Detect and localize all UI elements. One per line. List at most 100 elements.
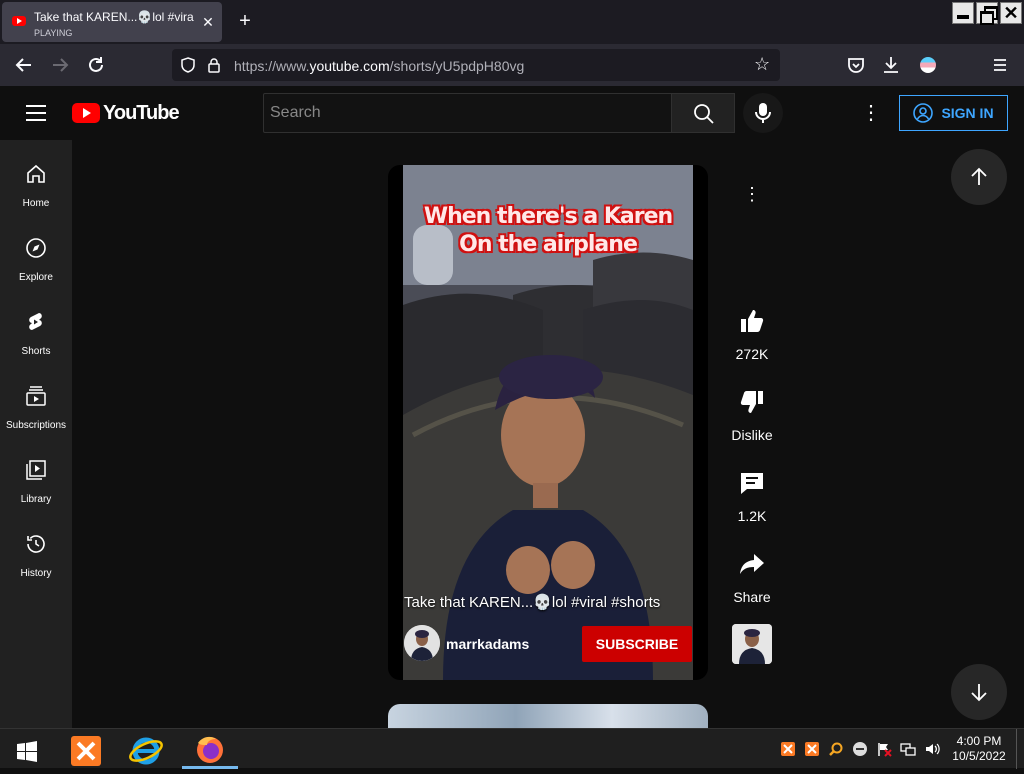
search-input[interactable] xyxy=(264,94,671,132)
youtube-play-logo-icon xyxy=(72,103,100,123)
search-tray-icon[interactable] xyxy=(828,741,844,757)
forward-arrow-icon xyxy=(53,58,69,72)
sound-thumbnail[interactable] xyxy=(732,624,772,664)
sign-in-label: SIGN IN xyxy=(941,105,994,121)
compass-icon xyxy=(26,238,46,258)
forward-button[interactable] xyxy=(49,54,71,76)
minimize-button[interactable] xyxy=(952,2,974,24)
search-button[interactable] xyxy=(671,93,735,133)
home-icon xyxy=(27,164,45,183)
sidebar-item-home[interactable]: Home xyxy=(0,162,72,222)
clock-date: 10/5/2022 xyxy=(952,749,1006,763)
sidebar-item-label: History xyxy=(20,568,52,579)
subscriptions-icon xyxy=(26,386,46,406)
hamburger-menu-icon xyxy=(994,59,1006,71)
lock-icon[interactable] xyxy=(206,57,222,73)
share-button[interactable]: Share xyxy=(726,550,778,605)
address-bar[interactable]: https://www.youtube.com/shorts/yU5pdpH80… xyxy=(172,49,780,81)
internet-explorer-icon xyxy=(129,737,163,765)
xampp-tray-icon[interactable] xyxy=(780,741,796,757)
settings-more-icon[interactable]: ⋮ xyxy=(860,102,882,124)
windows-taskbar: 4:00 PM 10/5/2022 xyxy=(0,728,1024,769)
sidebar-item-label: Explore xyxy=(19,272,53,283)
downloads-button[interactable] xyxy=(880,54,902,76)
dislike-button[interactable]: Dislike xyxy=(726,388,778,443)
show-desktop-button[interactable] xyxy=(1016,729,1024,769)
comments-button[interactable]: 1.2K xyxy=(726,469,778,524)
sidebar-item-history[interactable]: History xyxy=(0,532,72,592)
mini-guide-sidebar: Home Explore Shorts Subscriptions Librar… xyxy=(0,140,72,728)
short-more-options-icon[interactable]: ⋮ xyxy=(740,182,764,206)
sidebar-item-library[interactable]: Library xyxy=(0,458,72,518)
channel-avatar[interactable] xyxy=(404,625,440,661)
system-clock[interactable]: 4:00 PM 10/5/2022 xyxy=(946,734,1012,764)
tab-playing-status: PLAYING xyxy=(34,28,73,38)
tracking-shield-icon[interactable] xyxy=(180,57,196,73)
search-box xyxy=(263,93,672,133)
history-icon xyxy=(27,535,45,553)
new-tab-button[interactable]: + xyxy=(234,10,256,32)
taskbar-xampp[interactable] xyxy=(58,733,114,769)
taskbar-internet-explorer[interactable] xyxy=(118,733,174,769)
search-icon xyxy=(694,104,714,124)
window-controls: ✕ xyxy=(952,2,1022,25)
pocket-icon xyxy=(848,58,864,73)
thumbs-up-icon xyxy=(741,310,764,332)
reload-icon xyxy=(89,57,103,72)
account-avatar-icon[interactable] xyxy=(920,57,936,73)
youtube-logo[interactable]: YouTube xyxy=(72,101,180,124)
dislike-label: Dislike xyxy=(731,427,773,443)
url-text[interactable]: https://www.youtube.com/shorts/yU5pdpH80… xyxy=(234,58,524,74)
comment-count: 1.2K xyxy=(737,508,767,524)
library-icon xyxy=(26,460,46,480)
reload-button[interactable] xyxy=(85,54,107,76)
browser-nav-bar: https://www.youtube.com/shorts/yU5pdpH80… xyxy=(0,44,1024,86)
action-center-flag-icon[interactable] xyxy=(876,741,892,757)
arrow-down-icon xyxy=(971,684,987,702)
arrow-up-icon xyxy=(971,167,987,185)
clock-time: 4:00 PM xyxy=(956,734,1002,748)
previous-short-button[interactable] xyxy=(951,149,1007,205)
volume-icon[interactable] xyxy=(924,741,940,757)
share-arrow-icon xyxy=(740,554,764,574)
shorts-icon xyxy=(29,313,42,330)
close-window-button[interactable]: ✕ xyxy=(1000,2,1022,24)
shorts-player[interactable]: When there's a Karen On the airplane Take… xyxy=(388,165,708,680)
next-short-button[interactable] xyxy=(951,664,1007,720)
do-not-disturb-icon[interactable] xyxy=(852,741,868,757)
sidebar-item-label: Shorts xyxy=(21,346,51,357)
voice-search-button[interactable] xyxy=(743,93,783,133)
tab-close-icon[interactable]: ✕ xyxy=(200,14,216,30)
sidebar-item-shorts[interactable]: Shorts xyxy=(0,310,72,370)
sign-in-button[interactable]: SIGN IN xyxy=(899,95,1008,131)
restore-button[interactable] xyxy=(976,2,998,25)
taskbar-firefox[interactable] xyxy=(182,733,238,769)
download-icon xyxy=(884,57,898,73)
sidebar-item-label: Library xyxy=(20,494,52,505)
start-button[interactable] xyxy=(0,733,54,769)
like-button[interactable]: 272K xyxy=(726,307,778,362)
youtube-logo-text: YouTube xyxy=(103,101,180,124)
short-title[interactable]: Take that KAREN...💀lol #viral #shorts xyxy=(404,593,660,611)
app-menu-button[interactable] xyxy=(989,54,1011,76)
channel-name[interactable]: marrkadams xyxy=(446,636,529,652)
youtube-favicon-icon xyxy=(12,16,26,26)
subscribe-button[interactable]: SUBSCRIBE xyxy=(582,626,692,662)
sound-thumbnail-image xyxy=(732,624,772,664)
next-short-preview[interactable] xyxy=(388,704,708,728)
back-arrow-icon xyxy=(15,58,31,72)
microphone-icon xyxy=(755,103,771,123)
thumbs-down-icon xyxy=(740,391,763,413)
xampp-tray-icon-2[interactable] xyxy=(804,741,820,757)
sidebar-item-subscriptions[interactable]: Subscriptions xyxy=(0,384,72,444)
bookmark-star-icon[interactable]: ☆ xyxy=(754,55,772,73)
xampp-icon xyxy=(71,736,101,766)
sidebar-item-label: Subscriptions xyxy=(5,420,67,431)
sidebar-item-explore[interactable]: Explore xyxy=(0,236,72,296)
guide-menu-icon[interactable] xyxy=(26,105,46,121)
network-icon[interactable] xyxy=(900,741,916,757)
browser-tab-active[interactable]: Take that KAREN...💀lol #viral # PLAYING … xyxy=(2,2,222,42)
pocket-button[interactable] xyxy=(845,54,867,76)
back-button[interactable] xyxy=(13,54,35,76)
youtube-header: YouTube ⋮ SIGN IN xyxy=(0,86,1024,140)
